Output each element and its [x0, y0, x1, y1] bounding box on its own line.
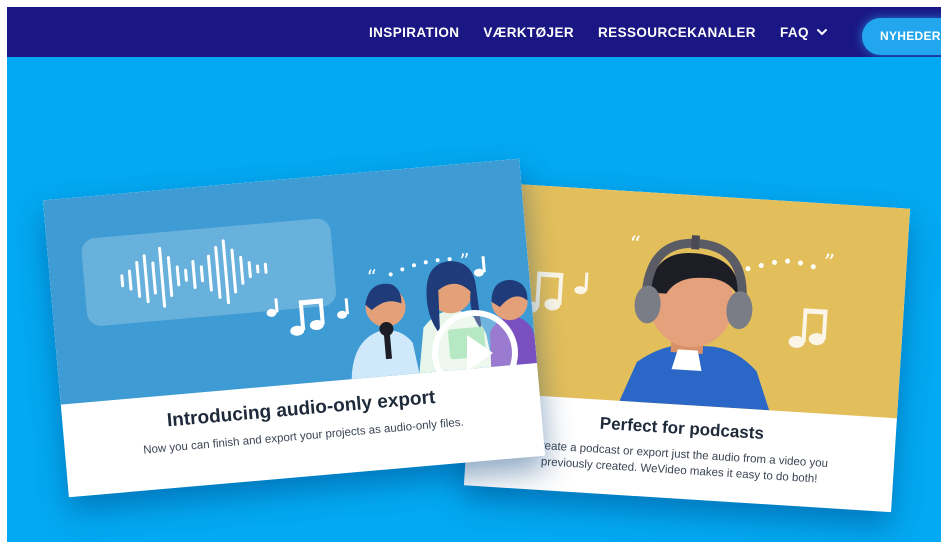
nav-item-tools[interactable]: VÆRKTØJER	[483, 25, 574, 40]
svg-text:”: ”	[823, 250, 836, 276]
nav-item-label: FAQ	[779, 24, 809, 40]
svg-text:“: “	[629, 232, 642, 258]
nav-menu: INSPIRATION VÆRKTØJER RESSOURCEKANALER F…	[369, 7, 853, 57]
nav-item-label: VÆRKTØJER	[483, 24, 575, 40]
nav-item-label: RESSOURCEKANALER	[598, 24, 756, 40]
play-icon	[432, 310, 518, 396]
news-button[interactable]: NYHEDER,	[862, 18, 941, 55]
nav-item-label: INSPIRATION	[369, 24, 460, 40]
play-button[interactable]	[427, 305, 523, 401]
nav-item-resource-channels[interactable]: RESSOURCEKANALER	[598, 25, 756, 40]
chevron-down-icon	[816, 29, 827, 36]
top-navigation: INSPIRATION VÆRKTØJER RESSOURCEKANALER F…	[7, 7, 941, 57]
nav-item-faq[interactable]: FAQ	[780, 25, 829, 40]
hero-video[interactable]: “ ” Perfect for podcasts Create a podcas…	[7, 57, 941, 542]
nav-item-inspiration[interactable]: INSPIRATION	[369, 25, 459, 40]
svg-text:“: “	[366, 265, 378, 290]
